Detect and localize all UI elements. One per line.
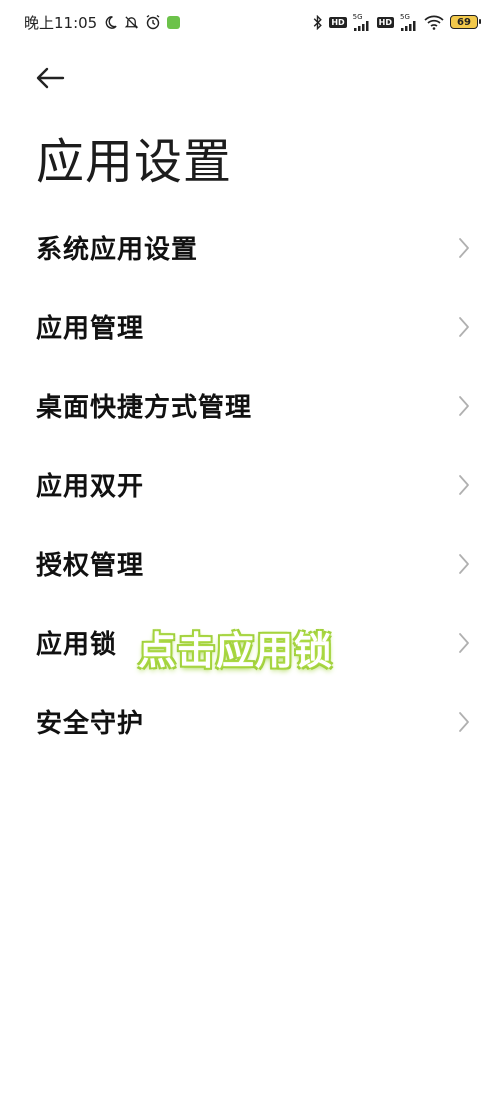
menu-item-dual-apps[interactable]: 应用双开 bbox=[0, 445, 500, 524]
app-notification-icon bbox=[167, 15, 181, 29]
network-type-label: 5G bbox=[400, 12, 410, 21]
menu-item-label: 桌面快捷方式管理 bbox=[36, 393, 253, 423]
menu-item-label: 安全守护 bbox=[36, 709, 145, 739]
alarm-icon bbox=[145, 14, 161, 30]
chevron-right-icon bbox=[458, 237, 470, 259]
chevron-right-icon bbox=[458, 711, 470, 733]
chevron-right-icon bbox=[458, 632, 470, 654]
menu-item-permissions[interactable]: 授权管理 bbox=[0, 524, 500, 603]
status-right: HD 5G HD 5G 69 bbox=[312, 12, 481, 31]
status-bar: 晚上11:05 HD 5G HD 5G 69 bbox=[0, 0, 500, 44]
status-left: 晚上11:05 bbox=[24, 12, 181, 33]
signal-1: 5G bbox=[352, 12, 371, 31]
bell-muted-icon bbox=[124, 15, 139, 30]
chevron-right-icon bbox=[458, 316, 470, 338]
chevron-right-icon bbox=[458, 395, 470, 417]
tutorial-annotation: 点击应用锁 bbox=[138, 629, 334, 673]
battery-level: 69 bbox=[457, 16, 471, 28]
back-button[interactable] bbox=[32, 60, 68, 96]
network-type-label: 5G bbox=[352, 12, 363, 21]
chevron-right-icon bbox=[458, 474, 470, 496]
battery-icon: 69 bbox=[450, 15, 481, 29]
chevron-right-icon bbox=[458, 553, 470, 575]
menu-item-label: 系统应用设置 bbox=[36, 235, 199, 265]
hd-badge: HD bbox=[329, 16, 347, 28]
menu-item-system-app-settings[interactable]: 系统应用设置 bbox=[0, 208, 500, 287]
page-title: 应用设置 bbox=[36, 134, 233, 190]
menu-item-label: 应用双开 bbox=[36, 472, 145, 502]
menu-item-app-management[interactable]: 应用管理 bbox=[0, 287, 500, 366]
settings-menu-list: 系统应用设置 应用管理 桌面快捷方式管理 应用双开 授权管理 应用锁 安全守护 bbox=[0, 208, 500, 761]
menu-item-desktop-shortcuts[interactable]: 桌面快捷方式管理 bbox=[0, 366, 500, 445]
signal-bars-icon bbox=[401, 20, 416, 31]
signal-2: 5G bbox=[400, 12, 418, 31]
menu-item-label: 授权管理 bbox=[36, 551, 145, 581]
menu-item-security-guard[interactable]: 安全守护 bbox=[0, 682, 500, 761]
hd-badge: HD bbox=[376, 16, 394, 28]
wifi-icon bbox=[424, 15, 444, 30]
back-arrow-icon bbox=[36, 67, 65, 89]
status-time: 晚上11:05 bbox=[24, 13, 98, 32]
moon-icon bbox=[103, 15, 118, 30]
bluetooth-icon bbox=[312, 14, 323, 30]
signal-bars-icon bbox=[353, 20, 369, 31]
menu-item-label: 应用锁 bbox=[36, 630, 118, 660]
menu-item-label: 应用管理 bbox=[36, 314, 145, 344]
